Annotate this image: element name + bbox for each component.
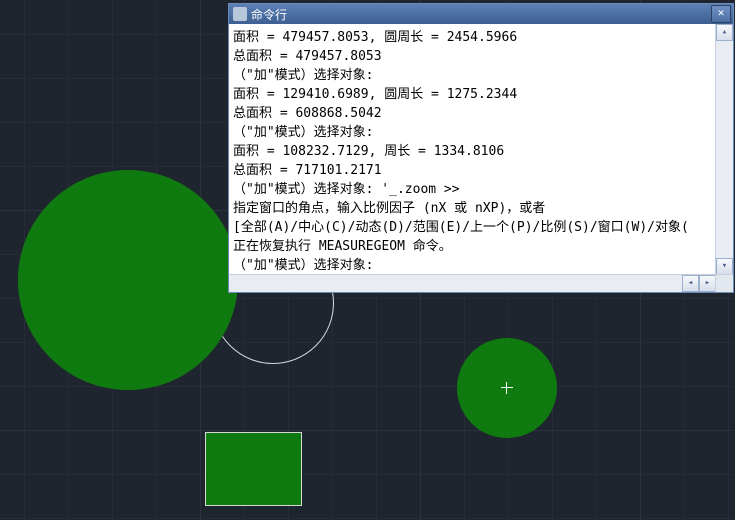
large-circle-shape[interactable] <box>18 170 238 390</box>
cmd-line: 总面积 = 717101.2171 <box>233 161 715 180</box>
rectangle-shape[interactable] <box>205 432 302 506</box>
command-line-title: 命令行 <box>251 6 707 23</box>
scroll-right-button[interactable]: ▸ <box>699 275 716 292</box>
cmd-line: 面积 = 129410.6989, 圆周长 = 1275.2344 <box>233 85 715 104</box>
cmd-line: （"加"模式）选择对象: <box>233 123 715 142</box>
cmd-line: 面积 = 479457.8053, 圆周长 = 2454.5966 <box>233 28 715 47</box>
close-button[interactable]: ✕ <box>711 5 731 23</box>
cmd-line: （"加"模式）选择对象: <box>233 66 715 85</box>
cmd-line: （"加"模式）选择对象: '_.zoom >> <box>233 180 715 199</box>
cmd-line: 总面积 = 479457.8053 <box>233 47 715 66</box>
scroll-down-button[interactable]: ▾ <box>716 258 733 275</box>
cmd-line: [全部(A)/中心(C)/动态(D)/范围(E)/上一个(P)/比例(S)/窗口… <box>233 218 715 237</box>
cmd-line: 正在恢复执行 MEASUREGEOM 命令。 <box>233 237 715 256</box>
command-line-titlebar[interactable]: 命令行 ✕ <box>229 4 733 24</box>
cmd-line: 总面积 = 608868.5042 <box>233 104 715 123</box>
scroll-left-button[interactable]: ◂ <box>682 275 699 292</box>
small-circle-shape[interactable] <box>457 338 557 438</box>
command-line-text[interactable]: 面积 = 479457.8053, 圆周长 = 2454.5966 总面积 = … <box>229 24 733 292</box>
command-line-icon <box>233 7 247 21</box>
horizontal-scrollbar[interactable]: ◂ ▸ <box>229 274 733 292</box>
cad-canvas[interactable]: 命令行 ✕ 面积 = 479457.8053, 圆周长 = 2454.5966 … <box>0 0 735 520</box>
cmd-line: 指定窗口的角点，输入比例因子 (nX 或 nXP)，或者 <box>233 199 715 218</box>
cmd-line: 面积 = 108232.7129, 周长 = 1334.8106 <box>233 142 715 161</box>
command-line-window: 命令行 ✕ 面积 = 479457.8053, 圆周长 = 2454.5966 … <box>228 3 734 293</box>
cmd-line: （"加"模式）选择对象: <box>233 256 715 274</box>
vertical-scrollbar[interactable]: ▴ ▾ <box>715 24 733 275</box>
scrollbar-corner <box>715 275 733 292</box>
scroll-up-button[interactable]: ▴ <box>716 24 733 41</box>
